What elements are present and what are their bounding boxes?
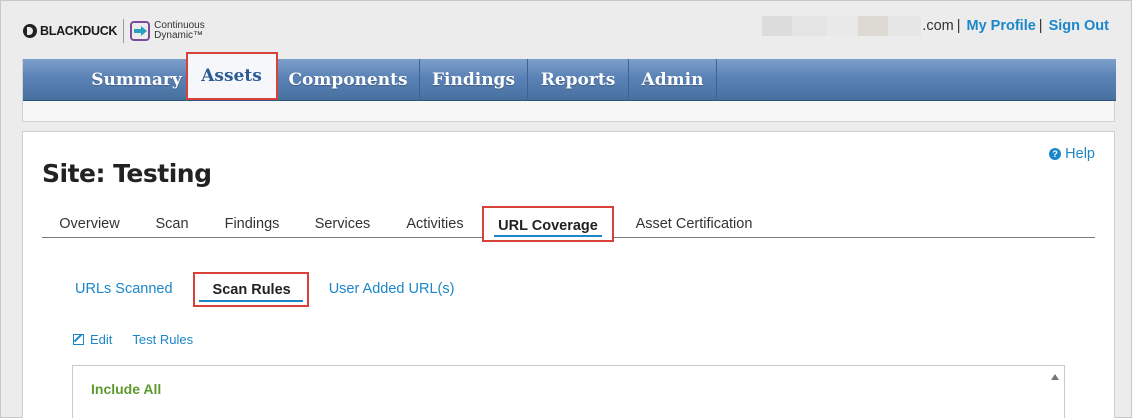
product-logo[interactable]: BLACKDUCK Continuous Dynamic™ bbox=[23, 19, 205, 43]
top-header: BLACKDUCK Continuous Dynamic™ .com | My … bbox=[1, 1, 1131, 59]
my-profile-link[interactable]: My Profile bbox=[967, 18, 1036, 34]
main-nav: Summary Assets Components Findings Repor… bbox=[23, 52, 1116, 101]
scroll-up-arrow-icon[interactable] bbox=[1051, 374, 1059, 380]
user-email-suffix: .com bbox=[922, 18, 954, 34]
redacted-user-email bbox=[762, 16, 922, 36]
rules-actions: Edit Test Rules bbox=[73, 332, 193, 347]
user-bar-separator: | bbox=[956, 18, 961, 34]
nav-assets[interactable]: Assets bbox=[186, 52, 278, 100]
nav-components[interactable]: Components bbox=[277, 59, 420, 101]
blackduck-logo-icon bbox=[23, 24, 37, 38]
subtab-scan-rules[interactable]: Scan Rules bbox=[192, 271, 309, 307]
product-name-line2: Dynamic™ bbox=[154, 30, 204, 41]
nav-reports[interactable]: Reports bbox=[528, 59, 629, 101]
subtab-urls-scanned[interactable]: URLs Scanned bbox=[75, 281, 173, 297]
sign-out-link[interactable]: Sign Out bbox=[1049, 18, 1109, 34]
subtab-user-added-urls[interactable]: User Added URL(s) bbox=[329, 281, 455, 297]
logo-divider bbox=[123, 19, 125, 43]
scan-rules-box[interactable]: Include All bbox=[72, 365, 1065, 418]
tab-asset-certification[interactable]: Asset Certification bbox=[614, 205, 774, 238]
content-panel: ? Help Site: Testing Overview Scan Findi… bbox=[22, 131, 1115, 418]
nav-admin[interactable]: Admin bbox=[629, 59, 717, 101]
url-coverage-subtabs: URLs Scanned Scan Rules User Added URL(s… bbox=[75, 271, 455, 307]
nav-summary[interactable]: Summary bbox=[87, 59, 187, 101]
tab-url-coverage[interactable]: URL Coverage bbox=[482, 206, 614, 242]
page-title: Site: Testing bbox=[42, 159, 212, 188]
tab-services[interactable]: Services bbox=[297, 205, 388, 238]
help-link[interactable]: ? Help bbox=[1049, 146, 1095, 162]
user-bar-separator: | bbox=[1038, 18, 1043, 34]
tab-activities[interactable]: Activities bbox=[388, 205, 482, 238]
main-nav-container: Summary Assets Components Findings Repor… bbox=[22, 52, 1116, 122]
tab-overview[interactable]: Overview bbox=[42, 205, 137, 238]
user-bar: .com | My Profile | Sign Out bbox=[762, 16, 1109, 36]
help-label: Help bbox=[1065, 146, 1095, 162]
continuous-dynamic-logo-icon bbox=[130, 21, 151, 41]
asset-tabs: Overview Scan Findings Services Activiti… bbox=[42, 205, 1095, 242]
edit-icon[interactable] bbox=[73, 334, 84, 345]
test-rules-link[interactable]: Test Rules bbox=[132, 332, 193, 347]
tab-findings[interactable]: Findings bbox=[207, 205, 297, 238]
nav-findings[interactable]: Findings bbox=[420, 59, 528, 101]
product-name: Continuous Dynamic™ bbox=[154, 21, 205, 41]
tab-scan[interactable]: Scan bbox=[137, 205, 207, 238]
brand-name: BLACKDUCK bbox=[40, 24, 118, 38]
help-icon: ? bbox=[1049, 148, 1062, 160]
rule-line: Include All bbox=[91, 381, 162, 397]
edit-link[interactable]: Edit bbox=[90, 332, 112, 347]
